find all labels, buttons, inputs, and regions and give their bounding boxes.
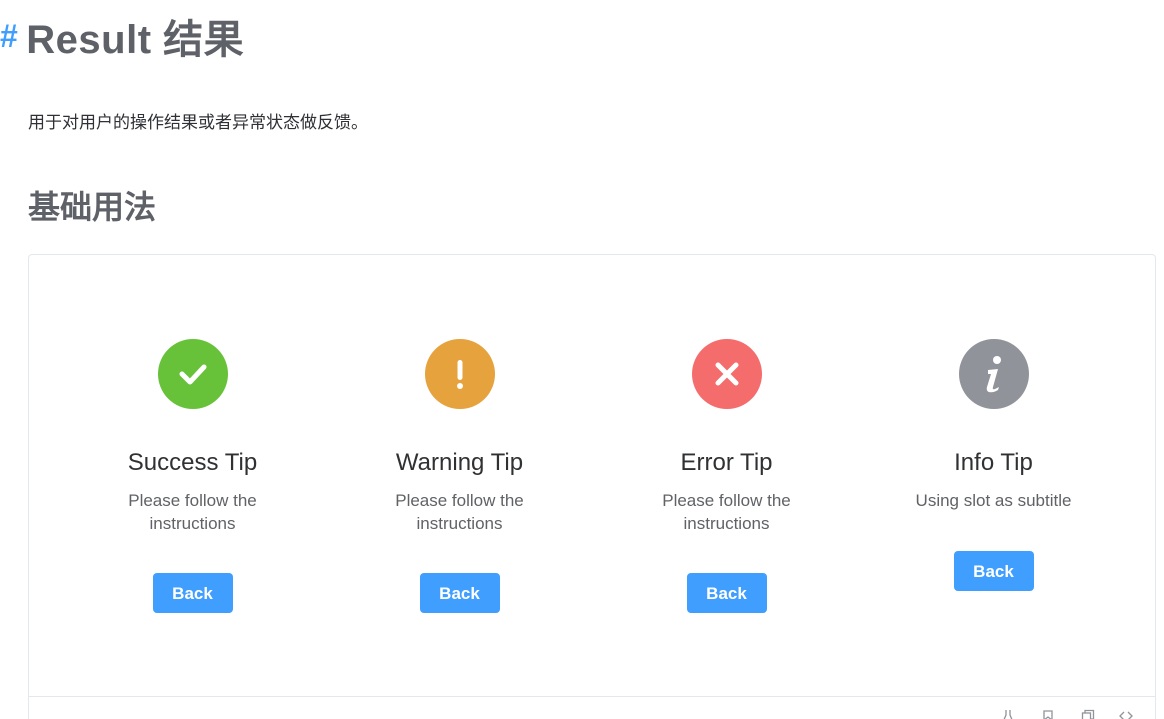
exclamation-icon xyxy=(424,339,495,409)
info-icon xyxy=(958,339,1029,409)
demo-block: Success Tip Please follow the instructio… xyxy=(28,254,1156,719)
result-title: Info Tip xyxy=(954,449,1033,476)
result-title: Error Tip xyxy=(680,449,773,476)
result-info: Info Tip Using slot as subtitle Back xyxy=(860,339,1127,591)
header-anchor-link[interactable]: # xyxy=(0,18,18,55)
result-success: Success Tip Please follow the instructio… xyxy=(59,339,326,613)
demo-toolbar xyxy=(29,696,1155,719)
result-title: Success Tip xyxy=(127,449,258,476)
close-icon xyxy=(691,339,762,409)
page-title: # Result 结果 xyxy=(0,8,244,64)
back-button[interactable]: Back xyxy=(152,573,233,613)
copy-icon[interactable] xyxy=(1081,709,1095,719)
result-title: Warning Tip xyxy=(395,449,524,476)
page-title-text: Result 结果 xyxy=(26,18,245,62)
back-button[interactable]: Back xyxy=(419,573,500,613)
code-icon[interactable] xyxy=(1119,709,1133,719)
result-subtitle: Using slot as subtitle xyxy=(915,491,1072,510)
docs-page: # Result 结果 用于对用户的操作结果或者异常状态做反馈。 基础用法 Su… xyxy=(0,0,1164,719)
back-button[interactable]: Back xyxy=(686,573,767,613)
section-title: 基础用法 xyxy=(28,189,157,225)
result-subtitle: Please follow the instructions xyxy=(128,491,257,533)
result-warning: Warning Tip Please follow the instructio… xyxy=(326,339,593,613)
playground-icon[interactable] xyxy=(1001,709,1015,719)
page-description: 用于对用户的操作结果或者异常状态做反馈。 xyxy=(28,113,368,132)
result-subtitle: Please follow the instructions xyxy=(395,491,524,533)
result-subtitle: Please follow the instructions xyxy=(662,491,791,533)
back-button[interactable]: Back xyxy=(953,551,1034,591)
github-icon[interactable] xyxy=(1041,709,1055,719)
check-icon xyxy=(157,339,228,409)
result-error: Error Tip Please follow the instructions… xyxy=(593,339,860,613)
